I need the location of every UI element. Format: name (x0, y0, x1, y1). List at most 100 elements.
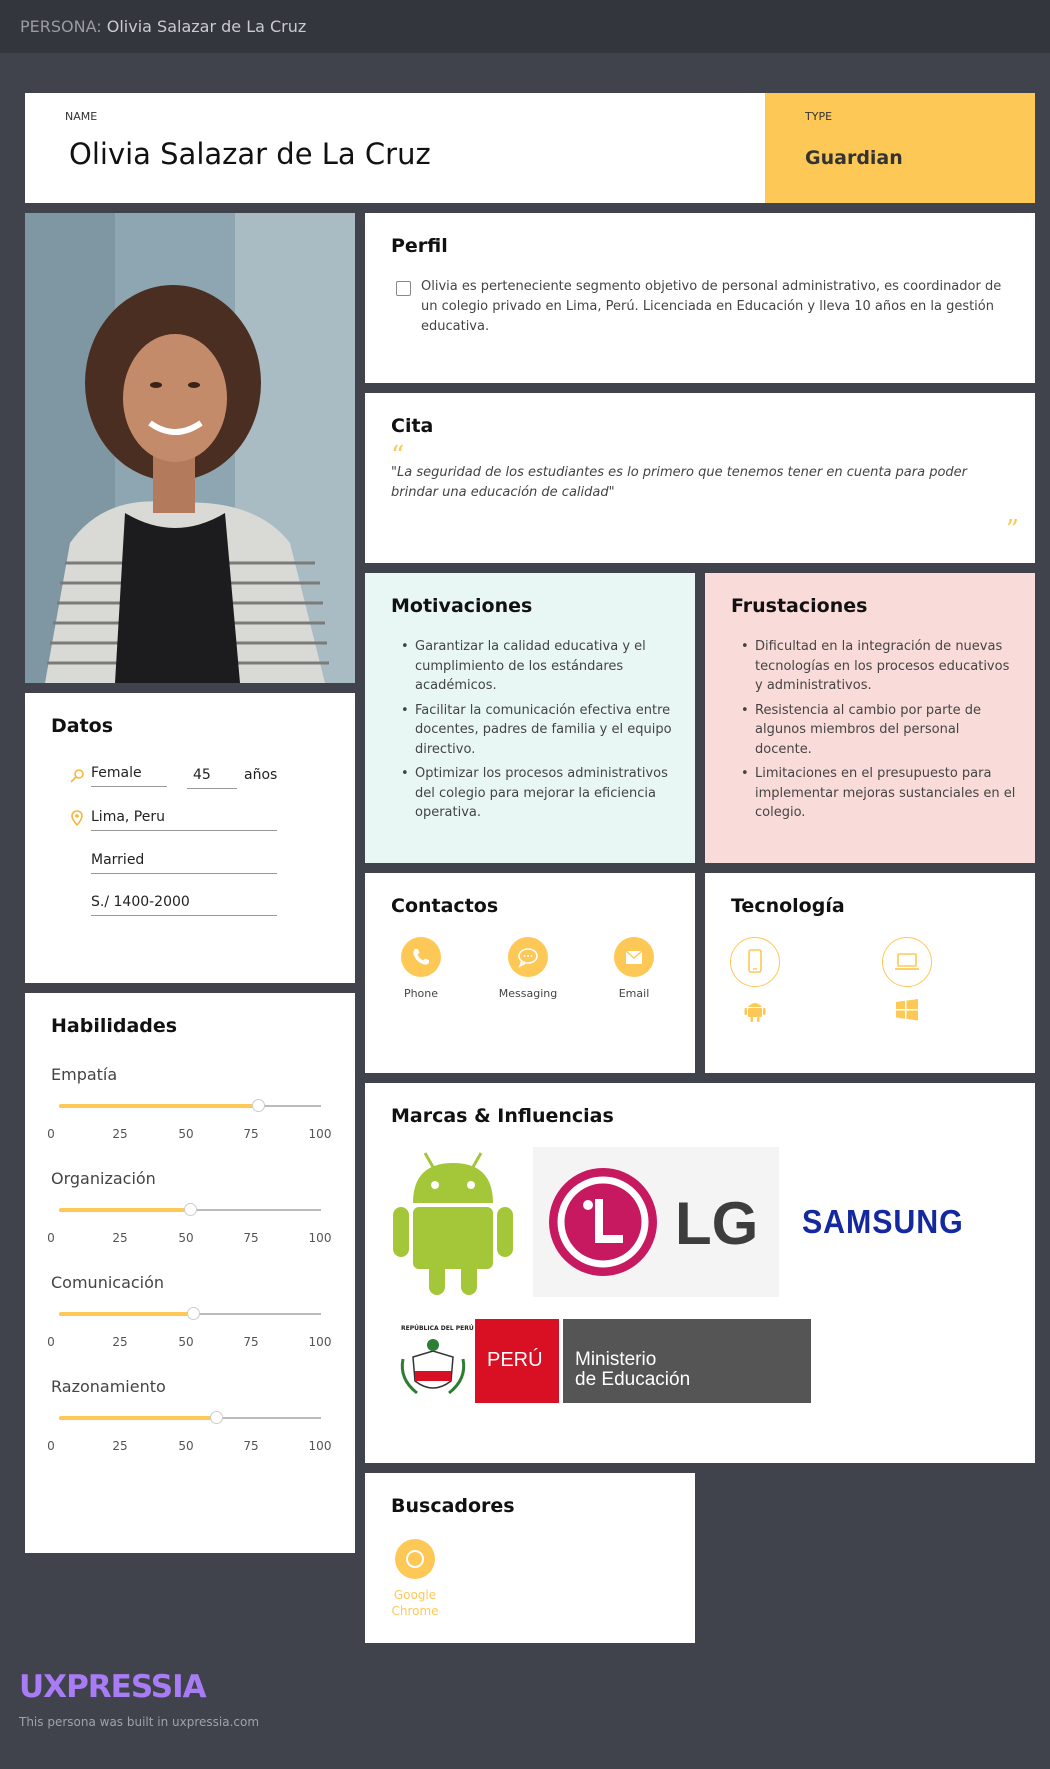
chrome-label: Google Chrome (391, 1588, 439, 1618)
contact-label: Phone (403, 987, 439, 1000)
list-item[interactable]: Resistencia al cambio por parte de algun… (731, 701, 1016, 760)
name-card: NAME Olivia Salazar de La Cruz (25, 93, 765, 203)
samsung-brand-logo[interactable]: SAMSUNG (790, 1147, 1010, 1297)
tick-label: 50 (178, 1439, 194, 1453)
tick-label: 25 (112, 1127, 128, 1141)
close-quote-icon: ” (1005, 515, 1019, 545)
skill-name: Organización (51, 1169, 156, 1188)
android-brand-logo[interactable] (391, 1149, 515, 1299)
age-field[interactable]: 45 (187, 763, 237, 789)
tick-label: 100 (308, 1439, 332, 1453)
list-item[interactable]: Garantizar la calidad educativa y el cum… (391, 637, 676, 696)
marcas-title: Marcas & Influencias (391, 1105, 614, 1127)
perfil-card: Perfil Olivia es perteneciente segmento … (365, 213, 1035, 383)
tick-label: 75 (243, 1439, 259, 1453)
tick-label: 100 (308, 1335, 332, 1349)
persona-name[interactable]: Olivia Salazar de La Cruz (69, 137, 431, 171)
laptop-icon[interactable] (882, 937, 932, 987)
tick-label: 25 (112, 1335, 128, 1349)
list-item[interactable]: Optimizar los procesos administrativos d… (391, 764, 676, 823)
slider-track[interactable] (59, 1099, 321, 1112)
tick-label: 0 (47, 1439, 55, 1453)
tick-label: 25 (112, 1231, 128, 1245)
marital-status-field[interactable]: Married (91, 848, 277, 874)
datos-title: Datos (51, 715, 114, 737)
tick-label: 75 (243, 1335, 259, 1349)
slider-fill (59, 1104, 259, 1108)
motivaciones-card: Motivaciones Garantizar la calidad educa… (365, 573, 695, 863)
slider-fill (59, 1208, 190, 1212)
tick-label: 75 (243, 1127, 259, 1141)
minedu-line-2: de Educación (575, 1369, 691, 1390)
top-bar-label: PERSONA: (20, 17, 102, 36)
persona-photo (25, 213, 355, 683)
skill-name: Comunicación (51, 1273, 165, 1292)
contact-email[interactable]: Email (589, 937, 679, 1000)
cita-quote[interactable]: "La seguridad de los estudiantes es lo p… (391, 463, 1001, 503)
cita-title: Cita (391, 415, 434, 437)
buscadores-title: Buscadores (391, 1495, 515, 1517)
slider-fill (59, 1312, 193, 1316)
cita-card: Cita “ "La seguridad de los estudiantes … (365, 393, 1035, 563)
perfil-title: Perfil (391, 235, 448, 257)
slider-fill (59, 1416, 217, 1420)
gender-field[interactable]: Female (91, 761, 167, 787)
contact-phone[interactable]: Phone (376, 937, 466, 1000)
skill-slider: Comunicación 0 25 50 75 100 (25, 1273, 355, 1377)
buscadores-card: Buscadores Google Chrome (365, 1473, 695, 1643)
perfil-checkbox[interactable] (396, 281, 411, 296)
perfil-text[interactable]: Olivia es perteneciente segmento objetiv… (421, 277, 1011, 337)
list-item[interactable]: Limitaciones en el presupuesto para impl… (731, 764, 1016, 823)
location-pin-icon (69, 810, 85, 827)
slider-knob[interactable] (210, 1411, 224, 1424)
minedu-line-1: Ministerio (575, 1349, 657, 1370)
name-caption: NAME (65, 110, 98, 123)
slider-track[interactable] (59, 1411, 321, 1424)
samsung-logo-text: SAMSUNG (802, 1203, 964, 1240)
list-item[interactable]: Facilitar la comunicación efectiva entre… (391, 701, 676, 760)
slider-knob[interactable] (186, 1307, 200, 1320)
motivaciones-list: Garantizar la calidad educativa y el cum… (391, 637, 676, 828)
persona-type[interactable]: Guardian (805, 147, 903, 169)
phone-icon (401, 937, 441, 977)
frustraciones-list: Dificultad en la integración de nuevas t… (731, 637, 1016, 828)
top-bar-persona-name: Olivia Salazar de La Cruz (106, 17, 307, 36)
top-bar: PERSONA: Olivia Salazar de La Cruz (0, 0, 1050, 53)
frustraciones-card: Frustaciones Dificultad en la integració… (705, 573, 1035, 863)
built-with-text: This persona was built in uxpressia.com (19, 1715, 260, 1729)
location-field[interactable]: Lima, Peru (91, 805, 277, 831)
tick-label: 75 (243, 1231, 259, 1245)
minedu-brand-logo[interactable]: REPÚBLICA DEL PERÚ PERÚ Ministerio de Ed… (391, 1319, 815, 1403)
skill-name: Empatía (51, 1065, 118, 1084)
minedu-banner: Ministerio de Educación (563, 1319, 811, 1403)
age-unit-label: años (244, 767, 278, 783)
contact-label: Messaging (498, 987, 558, 1000)
tick-label: 0 (47, 1335, 55, 1349)
lg-brand-logo[interactable]: LG (533, 1147, 779, 1297)
chat-icon (508, 937, 548, 977)
uxpressia-logo[interactable]: UXPRESSIA (19, 1669, 207, 1705)
slider-knob[interactable] (184, 1203, 197, 1216)
slider-knob[interactable] (252, 1099, 266, 1112)
tick-label: 0 (47, 1231, 55, 1245)
peru-banner: PERÚ (475, 1319, 559, 1403)
chrome-icon[interactable] (395, 1539, 435, 1579)
contact-messaging[interactable]: Messaging (483, 937, 573, 1000)
skill-slider: Razonamiento 0 25 50 75 100 (25, 1377, 355, 1481)
type-caption: TYPE (805, 110, 833, 123)
type-card: TYPE Guardian (765, 93, 1035, 203)
income-field[interactable]: S./ 1400-2000 (91, 890, 277, 916)
motivaciones-title: Motivaciones (391, 595, 533, 617)
skill-slider: Empatía 0 25 50 75 100 (25, 1065, 355, 1169)
mobile-icon[interactable] (730, 937, 780, 987)
habilidades-title: Habilidades (51, 1015, 178, 1037)
tick-label: 50 (178, 1335, 194, 1349)
peru-seal-text: REPÚBLICA DEL PERÚ (401, 1325, 474, 1332)
tick-label: 100 (308, 1127, 332, 1141)
slider-track[interactable] (59, 1307, 321, 1320)
slider-track[interactable] (59, 1203, 321, 1216)
list-item[interactable]: Dificultad en la integración de nuevas t… (731, 637, 1016, 696)
tick-label: 50 (178, 1127, 194, 1141)
datos-card: Datos Female 45 años Lima, Peru Married … (25, 693, 355, 983)
tecnologia-title: Tecnología (731, 895, 845, 917)
